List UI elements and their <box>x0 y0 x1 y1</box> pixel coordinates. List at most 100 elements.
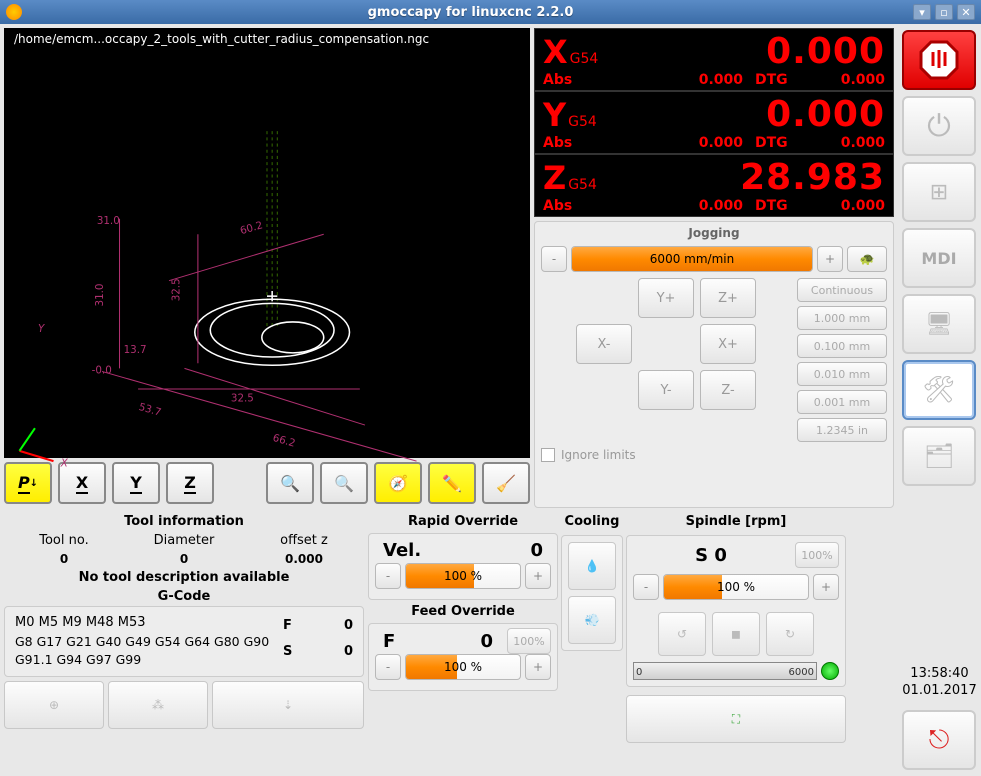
spindle-minus-button[interactable]: - <box>633 574 659 600</box>
svg-text:31.0: 31.0 <box>97 215 120 227</box>
jog-step-1mm[interactable]: 1.000 mm <box>797 306 887 330</box>
tools-icon: 🛠 <box>922 375 955 405</box>
touch-off-button[interactable]: ⁂ <box>108 681 208 729</box>
jog-step-continuous[interactable]: Continuous <box>797 278 887 302</box>
svg-text:13.7: 13.7 <box>124 344 147 356</box>
jogging-panel: Jogging - 6000 mm/min + 🐢 Y+ <box>534 221 894 508</box>
stop-icon: ◼ <box>731 627 741 641</box>
svg-text:53.7: 53.7 <box>137 401 162 419</box>
jog-y-plus-button[interactable]: Y+ <box>638 278 694 318</box>
drill-icon: ⇣ <box>283 698 293 712</box>
tool-offset-z: 0.000 <box>244 552 364 566</box>
cw-icon: ↻ <box>785 627 795 641</box>
mdi-mode-button[interactable]: MDI <box>902 228 976 288</box>
tool-change-button[interactable]: ⇣ <box>212 681 364 729</box>
settings-button[interactable]: 🛠 <box>902 360 976 420</box>
jog-x-plus-button[interactable]: X+ <box>700 324 756 364</box>
tool-number: 0 <box>4 552 124 566</box>
app-icon <box>6 4 22 20</box>
svg-text:32.5: 32.5 <box>231 392 254 404</box>
window-restore-button[interactable]: ▫ <box>935 4 953 20</box>
coolant-mist-button[interactable]: 💨 <box>568 596 616 644</box>
spindle-panel: S 0 100% - 100 % + ↺ ◼ ↻ <box>626 535 846 687</box>
jog-speed-minus-button[interactable]: - <box>541 246 567 272</box>
feed-override-panel: F0 100% - 100 % + <box>368 623 558 691</box>
flood-icon: 💧 <box>585 559 600 573</box>
estop-icon <box>917 38 961 82</box>
exit-icon: ⎋ <box>929 725 950 756</box>
power-button[interactable]: ⏻ <box>902 96 976 156</box>
jog-z-minus-button[interactable]: Z- <box>700 370 756 410</box>
jog-speed-plus-button[interactable]: + <box>817 246 843 272</box>
rapid-slider[interactable]: 100 % <box>405 563 521 589</box>
svg-text:66.2: 66.2 <box>271 432 296 450</box>
window-titlebar: gmoccapy for linuxcnc 2.2.0 ▾ ▫ ✕ <box>0 0 981 24</box>
dro-panel: XG540.000 Abs0.000DTG0.000 YG540.000 Abs… <box>534 28 894 217</box>
brush-icon: 🧹 <box>496 474 516 493</box>
window-title: gmoccapy for linuxcnc 2.2.0 <box>28 5 913 20</box>
jog-turtle-button[interactable]: 🐢 <box>847 246 887 272</box>
feed-reset-button[interactable]: 100% <box>507 628 551 654</box>
zoom-in-icon: 🔍 <box>280 474 300 493</box>
home-all-button[interactable]: ⊕ <box>4 681 104 729</box>
svg-text:60.2: 60.2 <box>239 219 264 237</box>
svg-text:X: X <box>60 457 69 469</box>
manual-mode-button[interactable]: ⊞ <box>902 162 976 222</box>
rapid-plus-button[interactable]: + <box>525 563 551 589</box>
estop-button[interactable] <box>902 30 976 90</box>
folder-icon: 🗂 <box>924 442 954 470</box>
fullscreen-button[interactable]: ⛶ <box>626 695 846 743</box>
rapid-minus-button[interactable]: - <box>375 563 401 589</box>
window-close-button[interactable]: ✕ <box>957 4 975 20</box>
spindle-ccw-button[interactable]: ↺ <box>658 612 706 656</box>
tool-description: No tool description available <box>4 568 364 587</box>
keypad-icon: ⊞ <box>930 180 948 205</box>
tool-diameter: 0 <box>124 552 244 566</box>
jog-x-minus-button[interactable]: X- <box>576 324 632 364</box>
rapid-override-panel: Vel.0 - 100 % + <box>368 533 558 600</box>
spindle-reset-button[interactable]: 100% <box>795 542 839 568</box>
zoom-out-icon: 🔍 <box>334 474 354 493</box>
svg-text:32.5: 32.5 <box>170 278 182 301</box>
ignore-limits-checkbox[interactable] <box>541 448 555 462</box>
coolant-flood-button[interactable]: 💧 <box>568 542 616 590</box>
jog-step-0-1mm[interactable]: 0.100 mm <box>797 334 887 358</box>
svg-text:31.0: 31.0 <box>94 284 106 307</box>
power-icon: ⏻ <box>927 109 951 144</box>
auto-mode-button[interactable]: 🖥 <box>902 294 976 354</box>
spindle-slider[interactable]: 100 % <box>663 574 809 600</box>
jog-z-plus-button[interactable]: Z+ <box>700 278 756 318</box>
machine-icon: 🖥 <box>925 312 953 337</box>
svg-text:Y: Y <box>38 323 45 335</box>
jog-step-inch[interactable]: 1.2345 in <box>797 418 887 442</box>
jog-step-0-01mm[interactable]: 0.010 mm <box>797 362 887 386</box>
gcode-title: G-Code <box>4 587 364 606</box>
toolinfo-title: Tool information <box>4 512 364 531</box>
jog-y-minus-button[interactable]: Y- <box>638 370 694 410</box>
feed-slider[interactable]: 100 % <box>405 654 521 680</box>
spindle-plus-button[interactable]: + <box>813 574 839 600</box>
dro-row-x: XG540.000 Abs0.000DTG0.000 <box>534 28 894 91</box>
spindle-speed: S 0 <box>633 545 789 566</box>
spindle-meter: 06000 <box>633 662 817 680</box>
feed-plus-button[interactable]: + <box>525 654 551 680</box>
pencil-icon: ✏️ <box>442 474 462 493</box>
spindle-cw-button[interactable]: ↻ <box>766 612 814 656</box>
caliper-icon: 🧭 <box>388 474 408 493</box>
window-minimize-button[interactable]: ▾ <box>913 4 931 20</box>
files-button[interactable]: 🗂 <box>902 426 976 486</box>
turtle-icon: 🐢 <box>860 252 875 266</box>
spindle-stop-button[interactable]: ◼ <box>712 612 760 656</box>
gcode-preview[interactable]: /home/emcm...occapy_2_tools_with_cutter_… <box>4 28 530 458</box>
dro-row-y: YG540.000 Abs0.000DTG0.000 <box>534 91 894 154</box>
exit-button[interactable]: ⎋ <box>902 710 976 770</box>
mist-icon: 💨 <box>585 613 600 627</box>
jog-speed-slider[interactable]: 6000 mm/min <box>571 246 813 272</box>
fullscreen-icon: ⛶ <box>732 712 740 727</box>
feed-minus-button[interactable]: - <box>375 654 401 680</box>
svg-text:-0.0: -0.0 <box>92 365 112 377</box>
spindle-led <box>821 662 839 680</box>
jog-step-0-001mm[interactable]: 0.001 mm <box>797 390 887 414</box>
mode-sidebar: ⏻ ⊞ MDI 🖥 🛠 🗂 13:58:40 01.01.2017 ⎋ <box>898 24 981 776</box>
dro-row-z: ZG5428.983 Abs0.000DTG0.000 <box>534 154 894 217</box>
